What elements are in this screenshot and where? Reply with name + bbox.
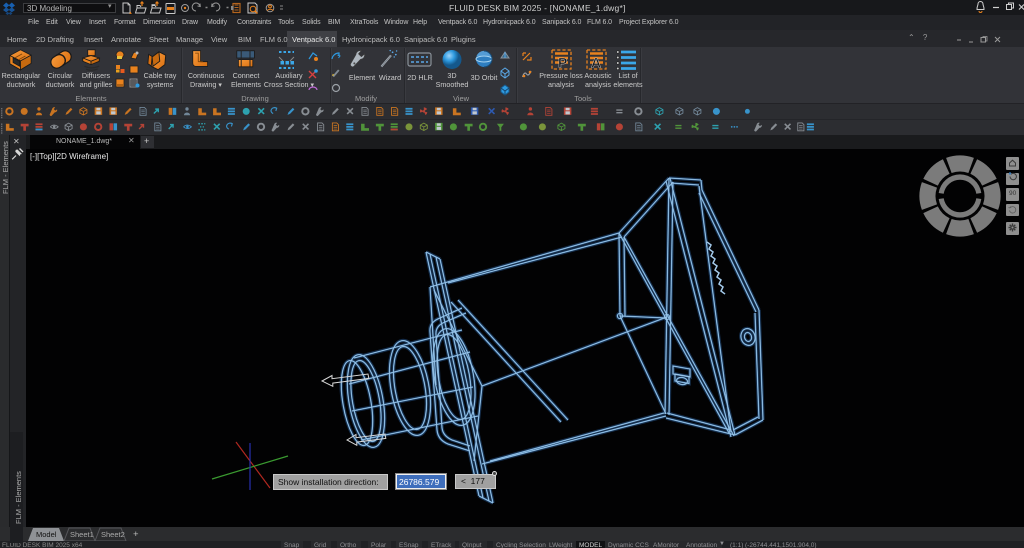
svg-text:90: 90 [1009,190,1017,197]
